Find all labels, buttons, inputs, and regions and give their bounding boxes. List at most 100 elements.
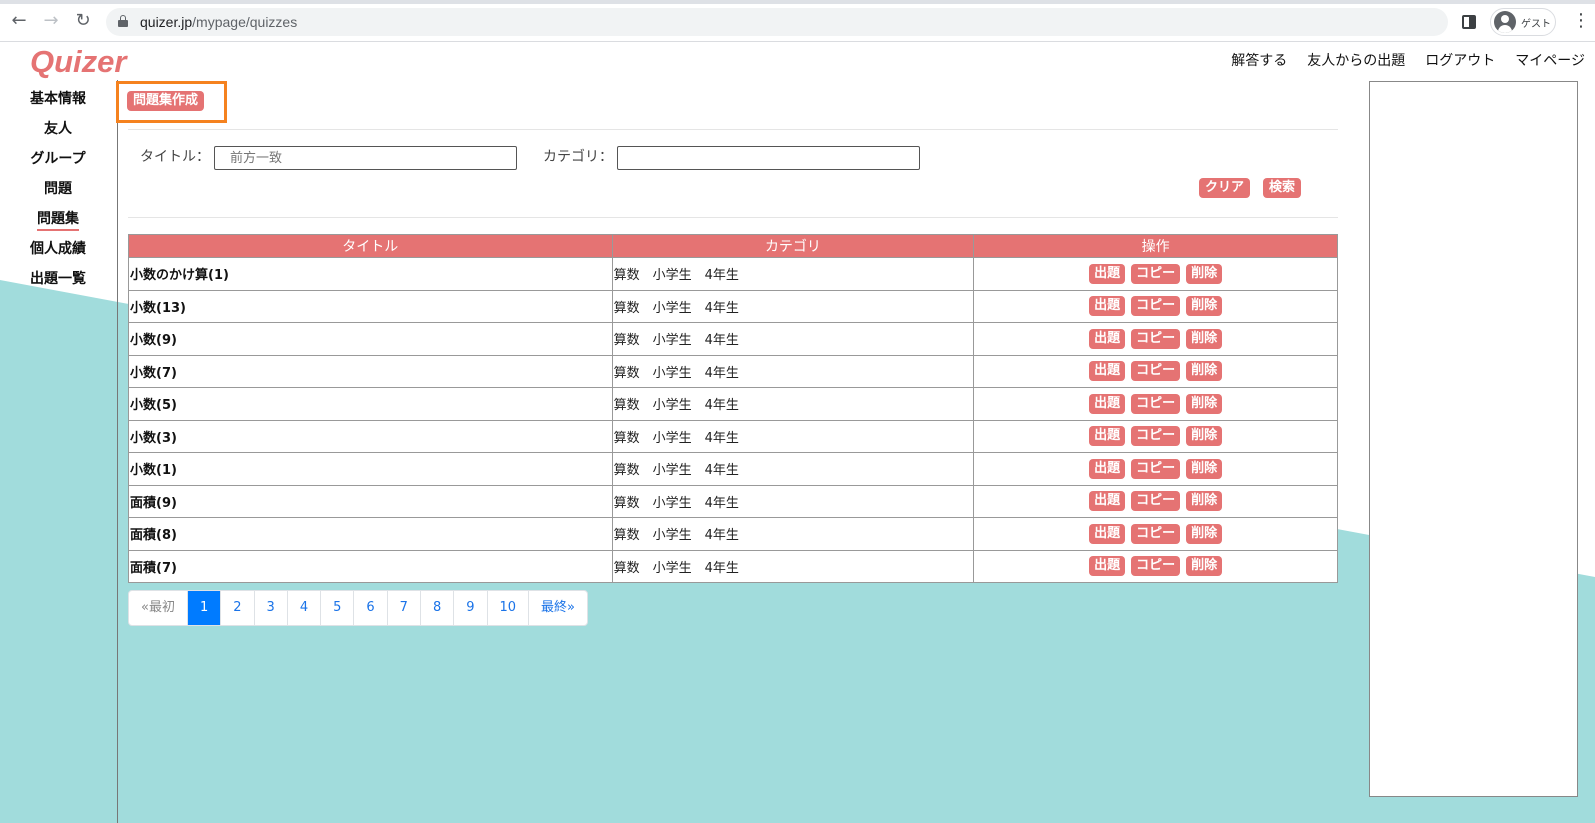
url-path: /mypage/quizzes [192,14,298,30]
browser-toolbar: ← → ↻ quizer.jp/mypage/quizzes ゲスト ⋮ [0,0,1595,42]
delete-button[interactable]: 削除 [1186,491,1223,512]
row-operations: 出題 コピー 削除 [973,484,1338,518]
back-arrow-icon[interactable]: ← [8,10,30,32]
row-category: 算数 小学生 4年生 [611,257,975,291]
row-operations: 出題 コピー 削除 [973,517,1338,551]
copy-button[interactable]: コピー [1131,458,1181,479]
assign-button[interactable]: 出題 [1089,328,1126,349]
row-title: 小数(9) [128,322,613,356]
sidebar-item-label: 友人 [44,121,72,137]
lock-icon [118,15,128,27]
table-row: 面積(8) 算数 小学生 4年生 出題 コピー 削除 [128,517,1338,551]
row-category: 算数 小学生 4年生 [611,322,975,356]
row-category: 算数 小学生 4年生 [611,419,975,453]
category-search-input[interactable] [617,146,920,170]
nav-answer[interactable]: 解答する [1231,50,1287,70]
assign-button[interactable]: 出題 [1089,263,1126,284]
table-row: 小数(3) 算数 小学生 4年生 出題 コピー 削除 [128,419,1338,453]
delete-button[interactable]: 削除 [1186,361,1223,382]
reload-icon[interactable]: ↻ [72,10,94,32]
delete-button[interactable]: 削除 [1186,263,1223,284]
forward-arrow-icon[interactable]: → [40,10,62,32]
create-quiz-set-button[interactable]: 問題集作成 [127,91,205,111]
sidebar-item-groups[interactable]: グループ [0,146,116,176]
page-link-3[interactable]: 3 [255,591,288,625]
pagination: «最初 1 2 3 4 5 6 7 8 9 10 最終» [128,590,589,626]
table-row: 小数(1) 算数 小学生 4年生 出題 コピー 削除 [128,452,1338,486]
page-link-2[interactable]: 2 [221,591,255,625]
copy-button[interactable]: コピー [1131,426,1181,447]
row-category: 算数 小学生 4年生 [611,517,975,551]
delete-button[interactable]: 削除 [1186,393,1223,414]
nav-mypage[interactable]: マイページ [1515,50,1585,70]
page-link-6[interactable]: 6 [354,591,388,625]
sidebar-item-quizzes[interactable]: 問題集 [0,206,116,236]
search-button[interactable]: 検索 [1263,178,1302,198]
row-operations: 出題 コピー 削除 [973,452,1338,486]
page-link-5[interactable]: 5 [321,591,355,625]
more-menu-icon[interactable]: ⋮ [1572,10,1590,32]
row-title: 小数(1) [128,452,613,486]
page-link-7[interactable]: 7 [388,591,421,625]
delete-button[interactable]: 削除 [1186,523,1223,544]
table-row: 小数(13) 算数 小学生 4年生 出題 コピー 削除 [128,289,1338,323]
row-title: 面積(7) [128,549,613,583]
side-panel-icon[interactable] [1462,15,1476,29]
right-panel [1369,81,1578,797]
sidebar-item-profile[interactable]: 基本情報 [0,86,116,116]
copy-button[interactable]: コピー [1131,296,1181,317]
delete-button[interactable]: 削除 [1186,458,1223,479]
table-row: 小数(7) 算数 小学生 4年生 出題 コピー 削除 [128,354,1338,388]
profile-button[interactable]: ゲスト [1490,8,1556,36]
page-link-1[interactable]: 1 [187,591,222,625]
header-operations: 操作 [973,234,1338,258]
assign-button[interactable]: 出題 [1089,556,1126,577]
copy-button[interactable]: コピー [1131,523,1181,544]
address-bar[interactable]: quizer.jp/mypage/quizzes [106,8,1448,36]
row-operations: 出題 コピー 削除 [973,549,1338,583]
nav-logout[interactable]: ログアウト [1425,50,1495,70]
assign-button[interactable]: 出題 [1089,491,1126,512]
assign-button[interactable]: 出題 [1089,361,1126,382]
assign-button[interactable]: 出題 [1089,523,1126,544]
copy-button[interactable]: コピー [1131,556,1181,577]
page: Quizer 解答する 友人からの出題 ログアウト マイページ 基本情報 友人 … [0,42,1595,823]
delete-button[interactable]: 削除 [1186,426,1223,447]
delete-button[interactable]: 削除 [1186,556,1223,577]
copy-button[interactable]: コピー [1131,328,1181,349]
page-link-9[interactable]: 9 [454,591,488,625]
sidebar-item-results[interactable]: 個人成績 [0,236,116,266]
page-last[interactable]: 最終» [529,591,587,625]
sidebar-item-assignments[interactable]: 出題一覧 [0,266,116,296]
nav-friend-quizzes[interactable]: 友人からの出題 [1307,50,1405,70]
copy-button[interactable]: コピー [1131,393,1181,414]
page-link-4[interactable]: 4 [288,591,322,625]
row-title: 小数(5) [128,387,613,421]
assign-button[interactable]: 出題 [1089,426,1126,447]
clear-button[interactable]: クリア [1199,178,1251,198]
page-first[interactable]: «最初 [129,591,188,625]
delete-button[interactable]: 削除 [1186,296,1223,317]
row-operations: 出題 コピー 削除 [973,289,1338,323]
logo[interactable]: Quizer [30,44,126,80]
sidebar-item-questions[interactable]: 問題 [0,176,116,206]
delete-button[interactable]: 削除 [1186,328,1223,349]
row-title: 面積(8) [128,517,613,551]
table-row: 面積(7) 算数 小学生 4年生 出題 コピー 削除 [128,549,1338,583]
row-category: 算数 小学生 4年生 [611,289,975,323]
row-title: 面積(9) [128,484,613,518]
title-search-input[interactable] [214,146,517,170]
assign-button[interactable]: 出題 [1089,458,1126,479]
assign-button[interactable]: 出題 [1089,393,1126,414]
category-label: カテゴリ： [543,149,613,165]
table-row: 小数(5) 算数 小学生 4年生 出題 コピー 削除 [128,387,1338,421]
copy-button[interactable]: コピー [1131,361,1181,382]
sidebar-divider [117,80,118,823]
copy-button[interactable]: コピー [1131,491,1181,512]
sidebar-item-friends[interactable]: 友人 [0,116,116,146]
page-link-8[interactable]: 8 [421,591,455,625]
page-link-10[interactable]: 10 [488,591,530,625]
header-category: カテゴリ [611,234,975,258]
assign-button[interactable]: 出題 [1089,296,1126,317]
copy-button[interactable]: コピー [1131,263,1181,284]
